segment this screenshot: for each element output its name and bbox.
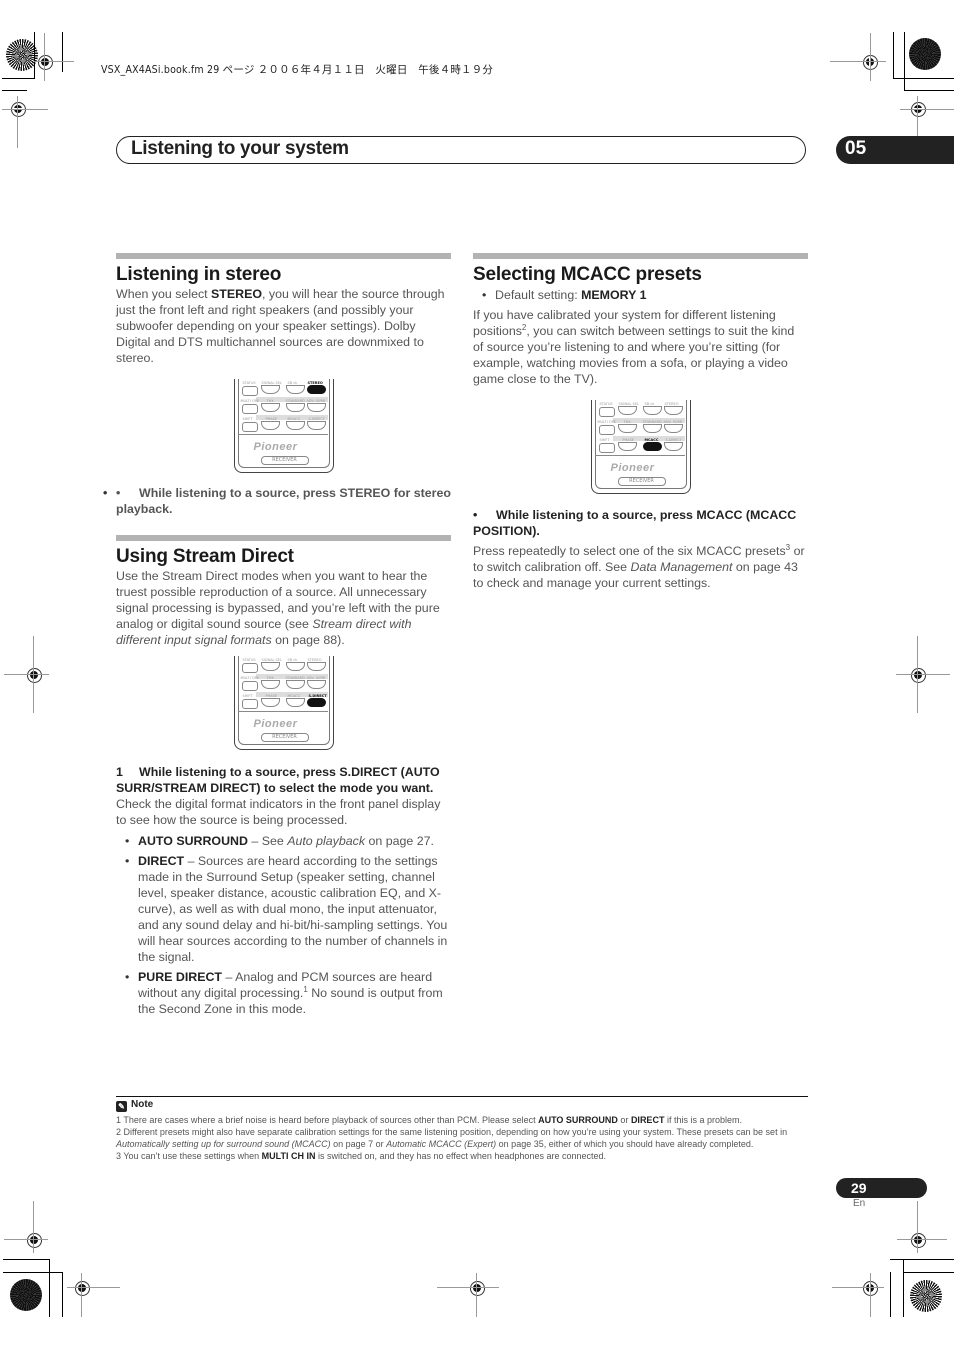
- step-detail: Check the digital format indicators in t…: [116, 797, 441, 827]
- chapter-number-tab: 05: [836, 136, 954, 164]
- note-pencil-icon: ✎: [116, 1101, 127, 1112]
- section-rule: [116, 253, 451, 259]
- remote-illustration-stereo: STATUS SIGNAL SEL SB ch STEREO MULTI OPE…: [233, 379, 334, 474]
- section-listening-in-stereo: Listening in stereo When you select STER…: [103, 253, 451, 517]
- color-target-icon: [10, 1279, 42, 1311]
- registration-mark-icon: [23, 664, 45, 686]
- section-body: When you select STEREO, you will hear th…: [116, 287, 445, 365]
- page-number: 29: [851, 1180, 867, 1196]
- mode-item-direct: DIRECT – Sources are heard according to …: [125, 853, 451, 965]
- section-heading: Selecting MCACC presets: [473, 264, 702, 285]
- mode-list: AUTO SURROUND – See Auto playback on pag…: [116, 833, 451, 1017]
- mode-item-auto-surround: AUTO SURROUND – See Auto playback on pag…: [125, 833, 451, 849]
- registration-mark-icon: [23, 1229, 45, 1251]
- note-divider: [116, 1096, 808, 1097]
- footnote-1: 1 There are cases where a brief noise is…: [116, 1115, 742, 1125]
- section-using-stream-direct: Using Stream Direct Use the Stream Direc…: [116, 535, 451, 1017]
- page-number-tab: 29: [836, 1178, 927, 1198]
- receiver-button: RECEIVER: [617, 477, 666, 486]
- footnote-3: 3 You can’t use these settings when MULT…: [116, 1151, 606, 1161]
- right-column: Selecting MCACC presets Default setting:…: [473, 253, 808, 591]
- registration-mark-icon: [34, 51, 56, 73]
- instruction-stereo: •While listening to a source, press STER…: [103, 485, 451, 517]
- pioneer-logo: Pioneer: [253, 441, 298, 453]
- chapter-number: 05: [845, 138, 867, 159]
- chapter-title: Listening to your system: [131, 138, 349, 159]
- section-body: If you have calibrated your system for d…: [473, 308, 795, 386]
- page-language: En: [853, 1198, 866, 1209]
- section-heading: Listening in stereo: [116, 264, 282, 285]
- pioneer-logo: Pioneer: [253, 718, 298, 730]
- note-heading: ✎ Note: [116, 1099, 153, 1112]
- instruction-detail: Press repeatedly to select one of the si…: [473, 542, 805, 590]
- footnote-2: 2 Different presets might also have sepa…: [116, 1127, 788, 1149]
- section-selecting-mcacc-presets: Selecting MCACC presets Default setting:…: [473, 253, 808, 591]
- registration-mark-icon: [907, 1229, 929, 1251]
- remote-illustration-mcacc: STATUS SIGNAL SEL SB ch STEREO MULTI OPE…: [590, 400, 691, 495]
- color-target-icon: [909, 38, 941, 70]
- sdirect-key: [306, 698, 326, 707]
- instruction-mcacc: • While listening to a source, press MCAC…: [473, 508, 797, 538]
- receiver-button: RECEIVER: [260, 456, 309, 465]
- section-body: Use the Stream Direct modes when you wan…: [116, 569, 440, 647]
- pioneer-logo: Pioneer: [610, 462, 655, 474]
- receiver-button: RECEIVER: [260, 733, 309, 742]
- section-heading: Using Stream Direct: [116, 546, 294, 567]
- registration-mark-icon: [71, 1277, 93, 1299]
- color-target-icon: [910, 1280, 942, 1312]
- file-header: VSX_AX4ASi.book.fm 29 ページ ２００６年４月１１日 火曜日…: [101, 64, 494, 76]
- chapter-header: Listening to your system: [116, 136, 806, 164]
- left-column: Listening in stereo When you select STER…: [103, 253, 451, 1021]
- section-rule: [116, 535, 451, 541]
- step-1: 1 While listening to a source, press S.DI…: [116, 765, 440, 795]
- stereo-key: [306, 385, 326, 394]
- footnotes: 1 There are cases where a brief noise is…: [116, 1114, 811, 1162]
- registration-mark-icon: [907, 664, 929, 686]
- section-rule: [473, 253, 808, 259]
- mode-item-pure-direct: PURE DIRECT – Analog and PCM sources are…: [125, 969, 451, 1017]
- default-setting: Default setting: MEMORY 1: [482, 287, 808, 303]
- registration-mark-icon: [466, 1277, 488, 1299]
- mcacc-key: [642, 442, 662, 451]
- remote-illustration-sdirect: STATUS SIGNAL SEL SB ch STEREO MULTI OPE…: [233, 656, 334, 751]
